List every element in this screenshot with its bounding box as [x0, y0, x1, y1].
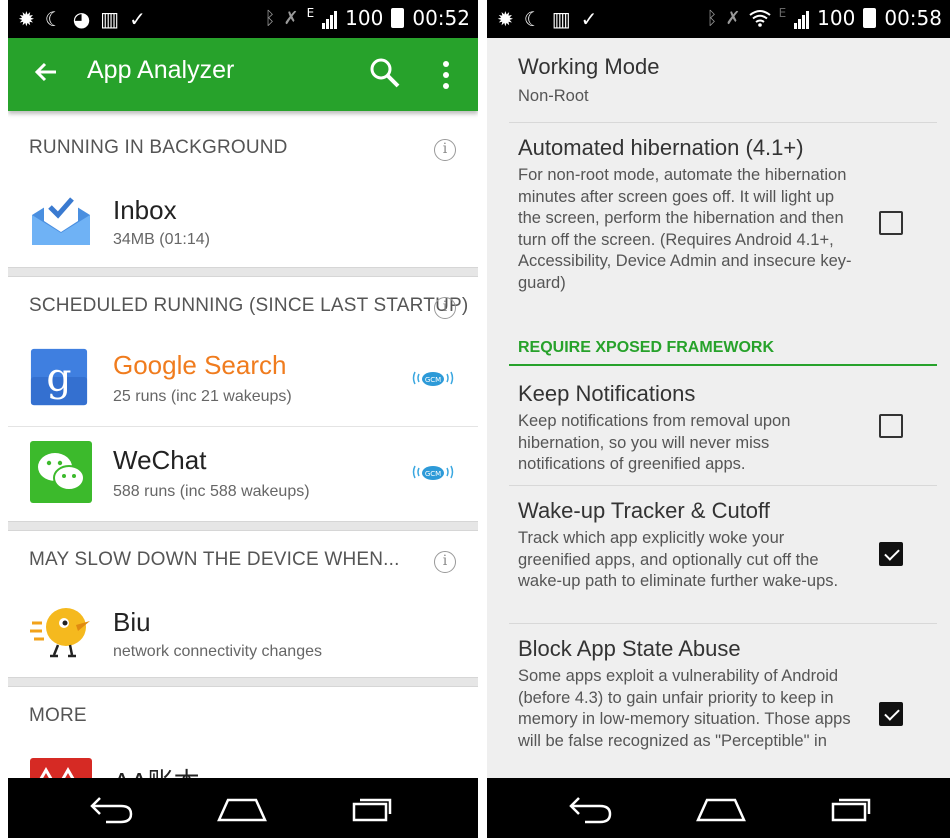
clipboard-icon: ✓ — [580, 7, 598, 31]
app-row-inbox[interactable]: Inbox 34MB (01:14) — [8, 185, 478, 267]
navigation-bar — [487, 778, 950, 838]
home-nav-icon[interactable] — [695, 792, 747, 824]
app-name: Google Search — [113, 350, 287, 380]
home-nav-icon[interactable] — [216, 792, 268, 824]
pref-wakeup-tracker[interactable]: Wake-up Tracker & Cutoff Track which app… — [487, 486, 950, 623]
bird-icon: ◕ — [72, 7, 91, 31]
wechat-icon — [30, 441, 92, 503]
pref-summary: Track which app explicitly woke your gre… — [518, 529, 839, 591]
app-stats: 25 runs (inc 21 wakeups) — [113, 388, 292, 405]
navigation-bar — [8, 778, 478, 838]
notification-icons: ✹ ☾ ◕ ▥ ✓ — [18, 7, 146, 31]
back-arrow-icon[interactable] — [30, 56, 62, 88]
biu-icon — [30, 608, 90, 658]
pref-title: Block App State Abuse — [518, 636, 741, 661]
block-app-state-abuse-checkbox[interactable] — [879, 702, 903, 726]
barcode-icon: ▥ — [551, 7, 571, 31]
gcm-cloud-icon: GCM — [412, 371, 454, 386]
recents-nav-icon[interactable] — [350, 792, 398, 824]
page-title: App Analyzer — [87, 56, 235, 84]
gcm-cloud-icon: GCM — [412, 465, 454, 480]
app-row-google-search[interactable]: g Google Search 25 runs (inc 21 wakeups)… — [8, 342, 478, 426]
bluetooth-icon: ᛒ — [264, 7, 276, 29]
search-icon[interactable] — [368, 56, 402, 90]
signal-icon — [794, 7, 810, 29]
app-row-wechat[interactable]: WeChat 588 runs (inc 588 wakeups) GCM — [8, 427, 478, 521]
automated-hibernation-checkbox[interactable] — [879, 211, 903, 235]
wifi-icon — [748, 10, 771, 27]
info-icon[interactable]: i — [434, 139, 456, 161]
brightness-icon: ✹ — [497, 7, 514, 31]
wakeup-tracker-checkbox[interactable] — [879, 542, 903, 566]
pref-summary: Non-Root — [518, 87, 589, 105]
left-screen: ✹ ☾ ◕ ▥ ✓ ᛒ ✗ E 100 00:52 App Analyzer R… — [8, 0, 478, 838]
category-header: REQUIRE XPOSED FRAMEWORK — [518, 339, 775, 356]
svg-text:GCM: GCM — [425, 470, 441, 478]
barcode-icon: ▥ — [100, 7, 120, 31]
svg-text:GCM: GCM — [425, 376, 441, 384]
bluetooth-icon: ᛒ — [706, 7, 718, 29]
pref-working-mode[interactable]: Working Mode Non-Root — [487, 38, 950, 122]
pref-title: Automated hibernation (4.1+) — [518, 135, 804, 160]
recents-nav-icon[interactable] — [829, 792, 877, 824]
pref-title: Keep Notifications — [518, 381, 696, 406]
overflow-menu-icon[interactable] — [438, 60, 454, 90]
battery-level: 100 — [817, 6, 856, 30]
pref-keep-notifications[interactable]: Keep Notifications Keep notifications fr… — [487, 366, 950, 485]
info-icon[interactable]: i — [434, 551, 456, 573]
right-screen: ✹ ☾ ▥ ✓ ᛒ ✗ E 100 00:58 Working Mode Non… — [487, 0, 950, 838]
moon-icon: ☾ — [44, 7, 63, 31]
section-header-more: MORE — [29, 705, 87, 726]
battery-icon — [391, 8, 405, 28]
section-header-slowdown: MAY SLOW DOWN THE DEVICE WHEN... i — [8, 525, 478, 585]
mute-icon: ✗ — [725, 7, 741, 29]
battery-level: 100 — [345, 6, 384, 30]
network-type: E — [778, 6, 787, 20]
clock: 00:52 — [412, 6, 470, 30]
app-row-biu[interactable]: Biu network connectivity changes — [8, 595, 478, 677]
signal-icon — [322, 7, 338, 29]
app-name: WeChat — [113, 445, 207, 475]
svg-text:g: g — [46, 356, 71, 401]
back-nav-icon[interactable] — [88, 792, 136, 824]
pref-title: Working Mode — [518, 54, 660, 79]
app-stats: 34MB (01:14) — [113, 231, 210, 248]
app-name: Inbox — [113, 195, 177, 225]
pref-summary: Some apps exploit a vulnerability of And… — [518, 667, 851, 750]
brightness-icon: ✹ — [18, 7, 35, 31]
app-name: Biu — [113, 607, 151, 637]
clipboard-icon: ✓ — [129, 7, 146, 31]
moon-icon: ☾ — [523, 7, 542, 31]
inbox-icon — [32, 193, 90, 245]
pref-block-app-state-abuse[interactable]: Block App State Abuse Some apps exploit … — [487, 624, 950, 784]
status-bar: ✹ ☾ ◕ ▥ ✓ ᛒ ✗ E 100 00:52 — [8, 0, 478, 38]
back-nav-icon[interactable] — [567, 792, 615, 824]
app-reason: network connectivity changes — [113, 643, 322, 660]
clock: 00:58 — [884, 6, 942, 30]
network-type: E — [306, 6, 315, 20]
section-header-running: RUNNING IN BACKGROUND i — [8, 113, 478, 173]
mute-icon: ✗ — [283, 7, 299, 29]
info-icon[interactable]: i — [434, 297, 456, 319]
pref-summary: For non-root mode, automate the hibernat… — [518, 166, 852, 292]
battery-icon — [863, 8, 877, 28]
section-header-scheduled: SCHEDULED RUNNING (SINCE LAST STARTUP) i — [8, 271, 478, 331]
app-stats: 588 runs (inc 588 wakeups) — [113, 483, 310, 500]
app-bar: App Analyzer — [8, 38, 478, 111]
pref-title: Wake-up Tracker & Cutoff — [518, 498, 770, 523]
pref-automated-hibernation[interactable]: Automated hibernation (4.1+) For non-roo… — [487, 123, 950, 328]
status-bar: ✹ ☾ ▥ ✓ ᛒ ✗ E 100 00:58 — [487, 0, 950, 38]
pref-summary: Keep notifications from removal upon hib… — [518, 412, 791, 474]
keep-notifications-checkbox[interactable] — [879, 414, 903, 438]
notification-icons: ✹ ☾ ▥ ✓ — [497, 7, 597, 31]
google-search-icon: g — [30, 348, 88, 406]
